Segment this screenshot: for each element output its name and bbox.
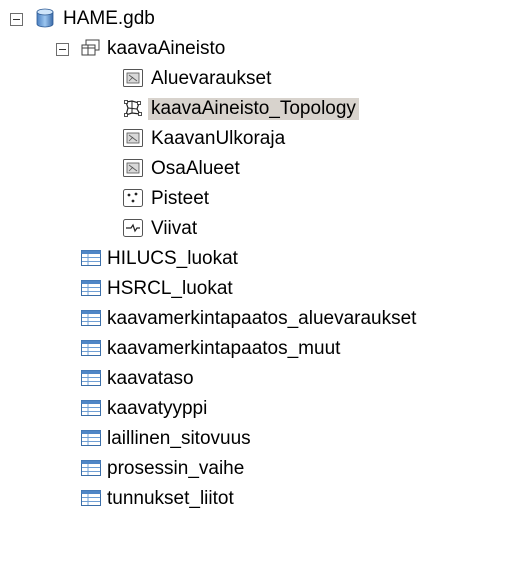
collapse-toggle-icon[interactable] [10,13,23,26]
node-label[interactable]: kaavamerkintapaatos_aluevaraukset [104,308,419,330]
node-label[interactable]: Viivat [148,218,200,240]
node-label[interactable]: Aluevaraukset [148,68,274,90]
polygon-feature-class-icon [123,159,143,177]
node-label[interactable]: prosessin_vaihe [104,458,247,480]
point-feature-class-icon [123,189,143,207]
table-icon [81,340,101,356]
node-label[interactable]: tunnukset_liitot [104,488,237,510]
collapse-toggle-icon[interactable] [56,43,69,56]
table-icon [81,310,101,326]
table-icon [81,430,101,446]
node-label[interactable]: kaavaAineisto_Topology [148,98,359,120]
node-label[interactable]: kaavaAineisto [104,38,228,60]
table-icon [81,280,101,296]
catalog-tree: HAME.gdb kaavaAineisto Aluevaraukset kaa… [0,0,505,580]
table-icon [81,250,101,266]
node-label[interactable]: kaavataso [104,368,197,390]
table-icon [81,460,101,476]
table-icon [81,490,101,506]
node-label[interactable]: kaavamerkintapaatos_muut [104,338,343,360]
node-label[interactable]: KaavanUlkoraja [148,128,288,150]
table-icon [81,400,101,416]
line-feature-class-icon [123,219,143,237]
polygon-feature-class-icon [123,69,143,87]
node-label[interactable]: OsaAlueet [148,158,243,180]
node-label[interactable]: kaavatyyppi [104,398,210,420]
polygon-feature-class-icon [123,129,143,147]
node-label[interactable]: HAME.gdb [60,8,158,30]
node-label[interactable]: laillinen_sitovuus [104,428,254,450]
topology-icon [124,100,142,117]
geodatabase-icon [36,8,54,28]
node-label[interactable]: Pisteet [148,188,212,210]
node-label[interactable]: HILUCS_luokat [104,248,241,270]
table-icon [81,370,101,386]
node-label[interactable]: HSRCL_luokat [104,278,236,300]
feature-dataset-icon [81,39,100,56]
